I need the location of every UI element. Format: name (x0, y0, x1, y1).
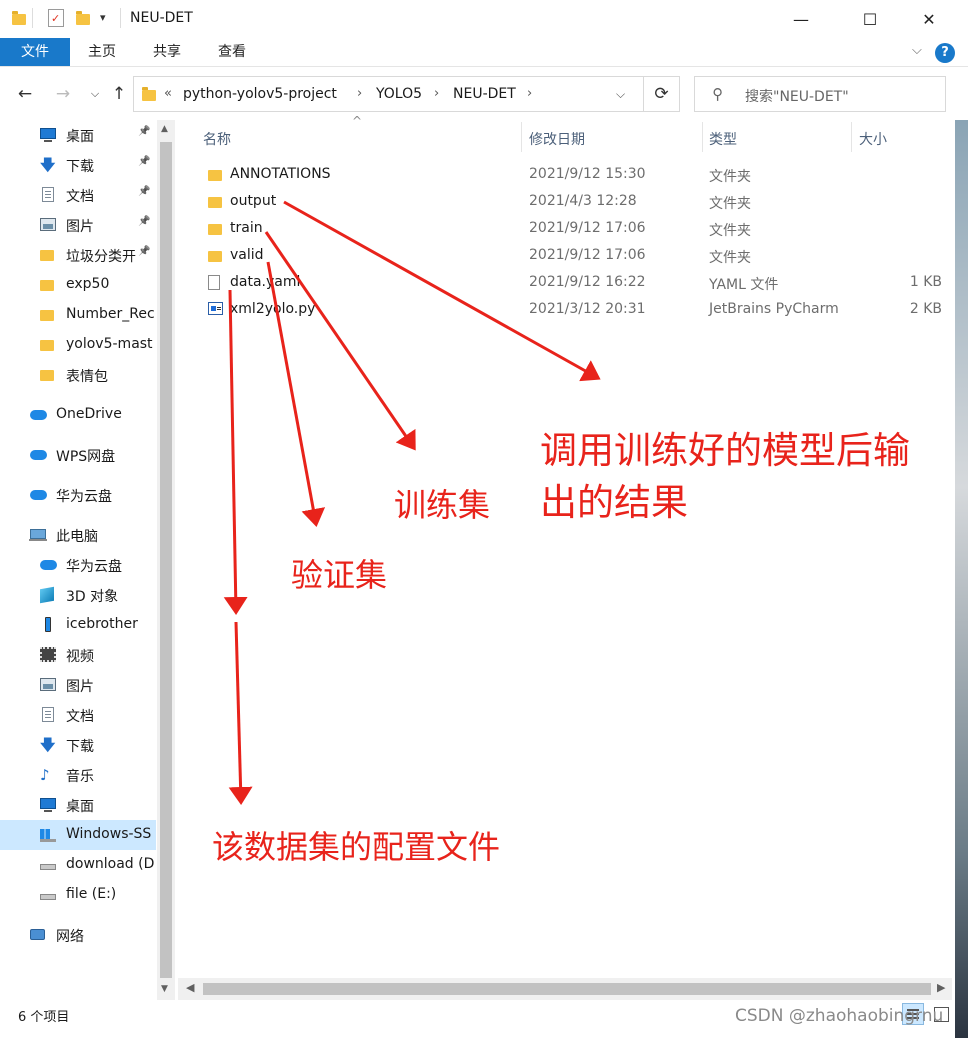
arrow-train (264, 231, 416, 451)
annotation-output-line2: 出的结果 (540, 481, 688, 524)
annotation-output-line1: 调用训练好的模型后输 (540, 429, 910, 472)
annotation-data: 该数据集的配置文件 (212, 828, 501, 866)
annotation-train: 训练集 (394, 486, 491, 524)
annotation-valid: 验证集 (291, 556, 388, 594)
arrow-output (283, 200, 601, 382)
arrow-data-part2 (228, 621, 253, 805)
arrow-valid (266, 261, 326, 527)
arrow-data-part1 (223, 289, 248, 615)
